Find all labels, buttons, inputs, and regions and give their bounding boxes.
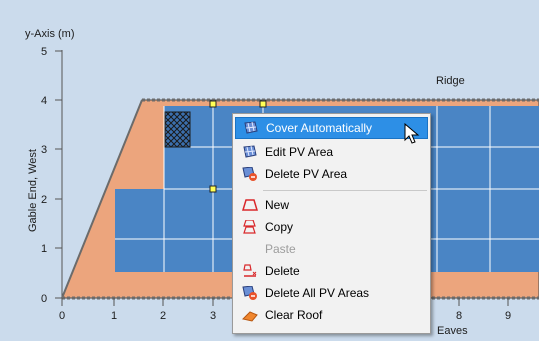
menu-item-delete[interactable]: Delete	[235, 260, 428, 282]
menu-item-clear-roof[interactable]: Clear Roof	[235, 304, 428, 326]
mouse-cursor-icon	[404, 123, 420, 144]
side-label: Gable End, West	[27, 149, 39, 232]
x-tick-label: 0	[59, 310, 65, 322]
copy-icon	[241, 219, 259, 235]
menu-item-label: Delete All PV Areas	[265, 286, 370, 300]
y-axis-title: y-Axis (m)	[25, 28, 75, 40]
paste-icon	[241, 241, 259, 257]
y-ticks	[55, 50, 62, 299]
selection-handle[interactable]	[259, 100, 267, 108]
menu-item-label: Cover Automatically	[266, 121, 373, 135]
menu-item-label: Copy	[265, 220, 294, 234]
menu-item-label: Delete PV Area	[265, 167, 348, 181]
x-tick-label: 3	[210, 310, 216, 322]
pv-module-icon	[242, 120, 260, 136]
selection-handle[interactable]	[209, 100, 217, 108]
menu-item-label: Paste	[265, 242, 296, 256]
menu-item-paste[interactable]: Paste	[235, 238, 428, 260]
x-tick-label: 1	[111, 310, 117, 322]
menu-item-label: Delete	[265, 264, 300, 278]
menu-item-label: Clear Roof	[265, 308, 323, 322]
menu-separator	[263, 190, 427, 191]
delete-icon	[241, 263, 259, 279]
menu-item-delete-pv-area[interactable]: Delete PV Area	[235, 163, 428, 185]
x-tick-label: 8	[456, 310, 462, 322]
menu-item-label: Edit PV Area	[265, 145, 334, 159]
new-roof-area-icon	[241, 197, 259, 213]
menu-item-delete-all-pv-areas[interactable]: Delete All PV Areas	[235, 282, 428, 304]
context-menu: Cover Automatically Edit PV Area Delete …	[232, 113, 431, 334]
selection-handle[interactable]	[209, 185, 217, 193]
y-tick-label: 1	[41, 243, 47, 255]
menu-item-label: New	[265, 198, 290, 212]
y-tick-label: 4	[41, 95, 47, 107]
ridge-label: Ridge	[436, 75, 465, 87]
eaves-label: Eaves	[437, 325, 468, 337]
menu-item-new[interactable]: New	[235, 194, 428, 216]
menu-item-edit-pv-area[interactable]: Edit PV Area	[235, 141, 428, 163]
y-tick-label: 5	[41, 46, 47, 58]
delete-pv-area-icon	[241, 166, 259, 182]
delete-pv-area-icon	[241, 285, 259, 301]
roof-obstacle[interactable]	[164, 111, 191, 148]
x-tick-label: 9	[505, 310, 511, 322]
clear-roof-icon	[241, 307, 259, 323]
menu-item-copy[interactable]: Copy	[235, 216, 428, 238]
y-tick-label: 0	[41, 293, 47, 305]
pv-module-icon	[241, 144, 259, 160]
y-tick-label: 2	[41, 194, 47, 206]
menu-item-cover-automatically[interactable]: Cover Automatically	[235, 117, 428, 139]
y-tick-label: 3	[41, 144, 47, 156]
x-tick-label: 2	[160, 310, 166, 322]
